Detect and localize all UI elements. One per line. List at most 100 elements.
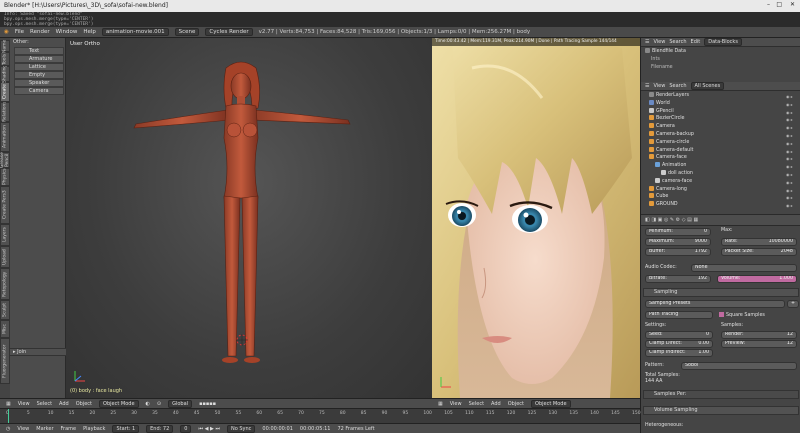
volume-slider[interactable]: Volume: 1.000: [717, 275, 797, 283]
tab-name[interactable]: Name: [0, 39, 10, 53]
visibility-toggle-icon[interactable]: ◉ ▸: [786, 179, 798, 185]
buffer-field[interactable]: Buffer: 1792: [645, 248, 711, 256]
end-frame-field[interactable]: End: 72: [146, 424, 174, 433]
add-speaker-button[interactable]: Speaker: [14, 79, 64, 87]
viewport-3d[interactable]: User Ortho (0) body : face laugh: [66, 38, 432, 398]
outliner-item[interactable]: GPencil ◉ ▸: [641, 107, 800, 116]
visibility-toggle-icon[interactable]: ◉ ▸: [786, 140, 798, 146]
outliner-item[interactable]: BezierCircle ◉ ▸: [641, 115, 800, 123]
editor-type-icon[interactable]: ▦: [6, 401, 11, 407]
menu-render[interactable]: Render: [30, 29, 50, 35]
audio-codec-select[interactable]: None: [691, 264, 797, 272]
timeline-view-menu[interactable]: View: [17, 426, 29, 432]
add-armature-button[interactable]: Armature: [14, 55, 64, 63]
minimize-button[interactable]: –: [767, 1, 770, 8]
character-mesh[interactable]: [66, 38, 432, 398]
blendfile-data-row[interactable]: Blendfile Data: [641, 48, 800, 56]
packet-size-field[interactable]: Packet Size: 2048: [721, 248, 797, 256]
sampling-presets-select[interactable]: Sampling Presets: [645, 300, 785, 308]
tab-misc[interactable]: Misc: [0, 320, 10, 338]
screen-selector[interactable]: animation-movie.001: [101, 28, 169, 36]
preview-samples-field[interactable]: Preview: 12: [721, 340, 797, 348]
select-menu[interactable]: Select: [37, 401, 52, 407]
display-mode-selector[interactable]: Data-Blocks: [704, 38, 742, 46]
outliner-item[interactable]: Animation ◉ ▸: [641, 162, 800, 170]
render-object-menu[interactable]: Object: [508, 401, 524, 407]
timeline[interactable]: 0510152025303540455055606570758085909510…: [0, 408, 641, 424]
scene-filter-selector[interactable]: All Scenes: [690, 82, 725, 90]
outliner-item[interactable]: Camera-circle ◉ ▸: [641, 138, 800, 147]
editor-type-icon[interactable]: ◷: [6, 426, 10, 432]
clamp-direct-field[interactable]: Clamp Direct: 0.00: [645, 340, 713, 348]
editor-type-icon[interactable]: ☰: [645, 83, 649, 89]
render-samples-field[interactable]: Render: 12: [721, 331, 797, 339]
visibility-toggle-icon[interactable]: ◉ ▸: [786, 93, 798, 99]
visibility-toggle-icon[interactable]: ◉ ▸: [786, 124, 798, 130]
outliner-item[interactable]: Camera-default ◉ ▸: [641, 146, 800, 155]
outliner-item[interactable]: Camera-face ◉ ▸: [641, 154, 800, 162]
visibility-toggle-icon[interactable]: ◉ ▸: [786, 109, 798, 115]
square-samples-checkbox[interactable]: Square Samples: [719, 312, 765, 318]
sync-mode-selector[interactable]: No Sync: [226, 424, 256, 433]
outliner-item[interactable]: RenderLayers ◉ ▸: [641, 92, 800, 100]
minimum-field[interactable]: Minimum: 0: [645, 228, 711, 236]
add-text-button[interactable]: Text: [14, 47, 64, 55]
tab-retopology[interactable]: Retopology: [0, 268, 10, 300]
add-camera-button[interactable]: Camera: [14, 87, 64, 95]
visibility-toggle-icon[interactable]: ◉ ▸: [786, 202, 798, 208]
add-preset-button[interactable]: +: [787, 300, 799, 308]
rate-field[interactable]: Rate: 10080000: [721, 238, 797, 246]
outliner2-search-menu[interactable]: Search: [669, 83, 686, 89]
visibility-toggle-icon[interactable]: ◉ ▸: [786, 116, 798, 122]
visibility-toggle-icon[interactable]: ◉ ▸: [786, 148, 798, 154]
tab-create[interactable]: Create: [0, 82, 10, 102]
visibility-toggle-icon[interactable]: ◉ ▸: [786, 171, 798, 177]
outliner-view-menu[interactable]: View: [653, 39, 665, 45]
visibility-toggle-icon[interactable]: ◉ ▸: [786, 194, 798, 200]
outliner-item[interactable]: doll action ◉ ▸: [641, 170, 800, 178]
outliner-item[interactable]: World ◉ ▸: [641, 99, 800, 108]
tab-physics[interactable]: Physics: [0, 168, 10, 186]
object-menu[interactable]: Object: [76, 401, 92, 407]
ints-row[interactable]: Ints: [641, 56, 800, 64]
tab-shading[interactable]: Shading: [0, 65, 10, 83]
render-mode-selector[interactable]: Object Mode: [531, 399, 571, 408]
maximize-button[interactable]: □: [776, 1, 782, 8]
visibility-toggle-icon[interactable]: ◉ ▸: [786, 155, 798, 161]
tab-relations[interactable]: Relations: [0, 102, 10, 122]
render-engine-selector[interactable]: Cycles Render: [205, 28, 253, 36]
tab-fluorgenerator[interactable]: Fluorgenerator: [0, 338, 10, 384]
tab-animation[interactable]: Animation: [0, 122, 10, 152]
shading-icon[interactable]: ◐: [146, 401, 150, 407]
add-empty-button[interactable]: Empty: [14, 71, 64, 79]
outliner-edit-menu[interactable]: Edit: [691, 39, 701, 45]
editor-type-icon[interactable]: ▦: [438, 401, 443, 407]
start-frame-field[interactable]: Start: 1: [112, 424, 140, 433]
tab-grease-pencil[interactable]: Grease Pencil: [0, 152, 10, 168]
maximum-field[interactable]: Maximum: 9000: [645, 238, 711, 246]
visibility-toggle-icon[interactable]: ◉ ▸: [786, 163, 798, 169]
blender-logo-icon[interactable]: ◉: [4, 29, 9, 35]
properties-tab-icons[interactable]: ◧ ◨ ▣ ◎ ✎ ⚙ ◇ ▤ ▦: [645, 217, 698, 223]
add-menu[interactable]: Add: [59, 401, 69, 407]
bitrate-field[interactable]: Bitrate: 192: [645, 275, 711, 283]
timeline-marker-menu[interactable]: Marker: [36, 426, 53, 432]
tab-layers[interactable]: Layers: [0, 224, 10, 246]
menu-help[interactable]: Help: [83, 29, 96, 35]
visibility-toggle-icon[interactable]: ◉ ▸: [786, 101, 798, 107]
outliner2-view-menu[interactable]: View: [653, 83, 665, 89]
pivot-icon[interactable]: ⊙: [157, 401, 161, 407]
add-lattice-button[interactable]: Lattice: [14, 63, 64, 71]
outliner-item[interactable]: Camera-long ◉ ▸: [641, 185, 800, 194]
mode-selector[interactable]: Object Mode: [99, 399, 139, 408]
view-menu[interactable]: View: [18, 401, 30, 407]
timeline-frame-menu[interactable]: Frame: [61, 426, 77, 432]
scene-selector[interactable]: Scene: [174, 28, 200, 36]
pattern-select[interactable]: Sobol: [681, 362, 797, 370]
render-select-menu[interactable]: Select: [469, 401, 484, 407]
outliner-item[interactable]: Camera-backup ◉ ▸: [641, 131, 800, 139]
visibility-toggle-icon[interactable]: ◉ ▸: [786, 187, 798, 193]
outliner-search-menu[interactable]: Search: [669, 39, 686, 45]
filename-row[interactable]: Filename: [641, 64, 800, 72]
editor-type-icon[interactable]: ☰: [645, 39, 649, 45]
